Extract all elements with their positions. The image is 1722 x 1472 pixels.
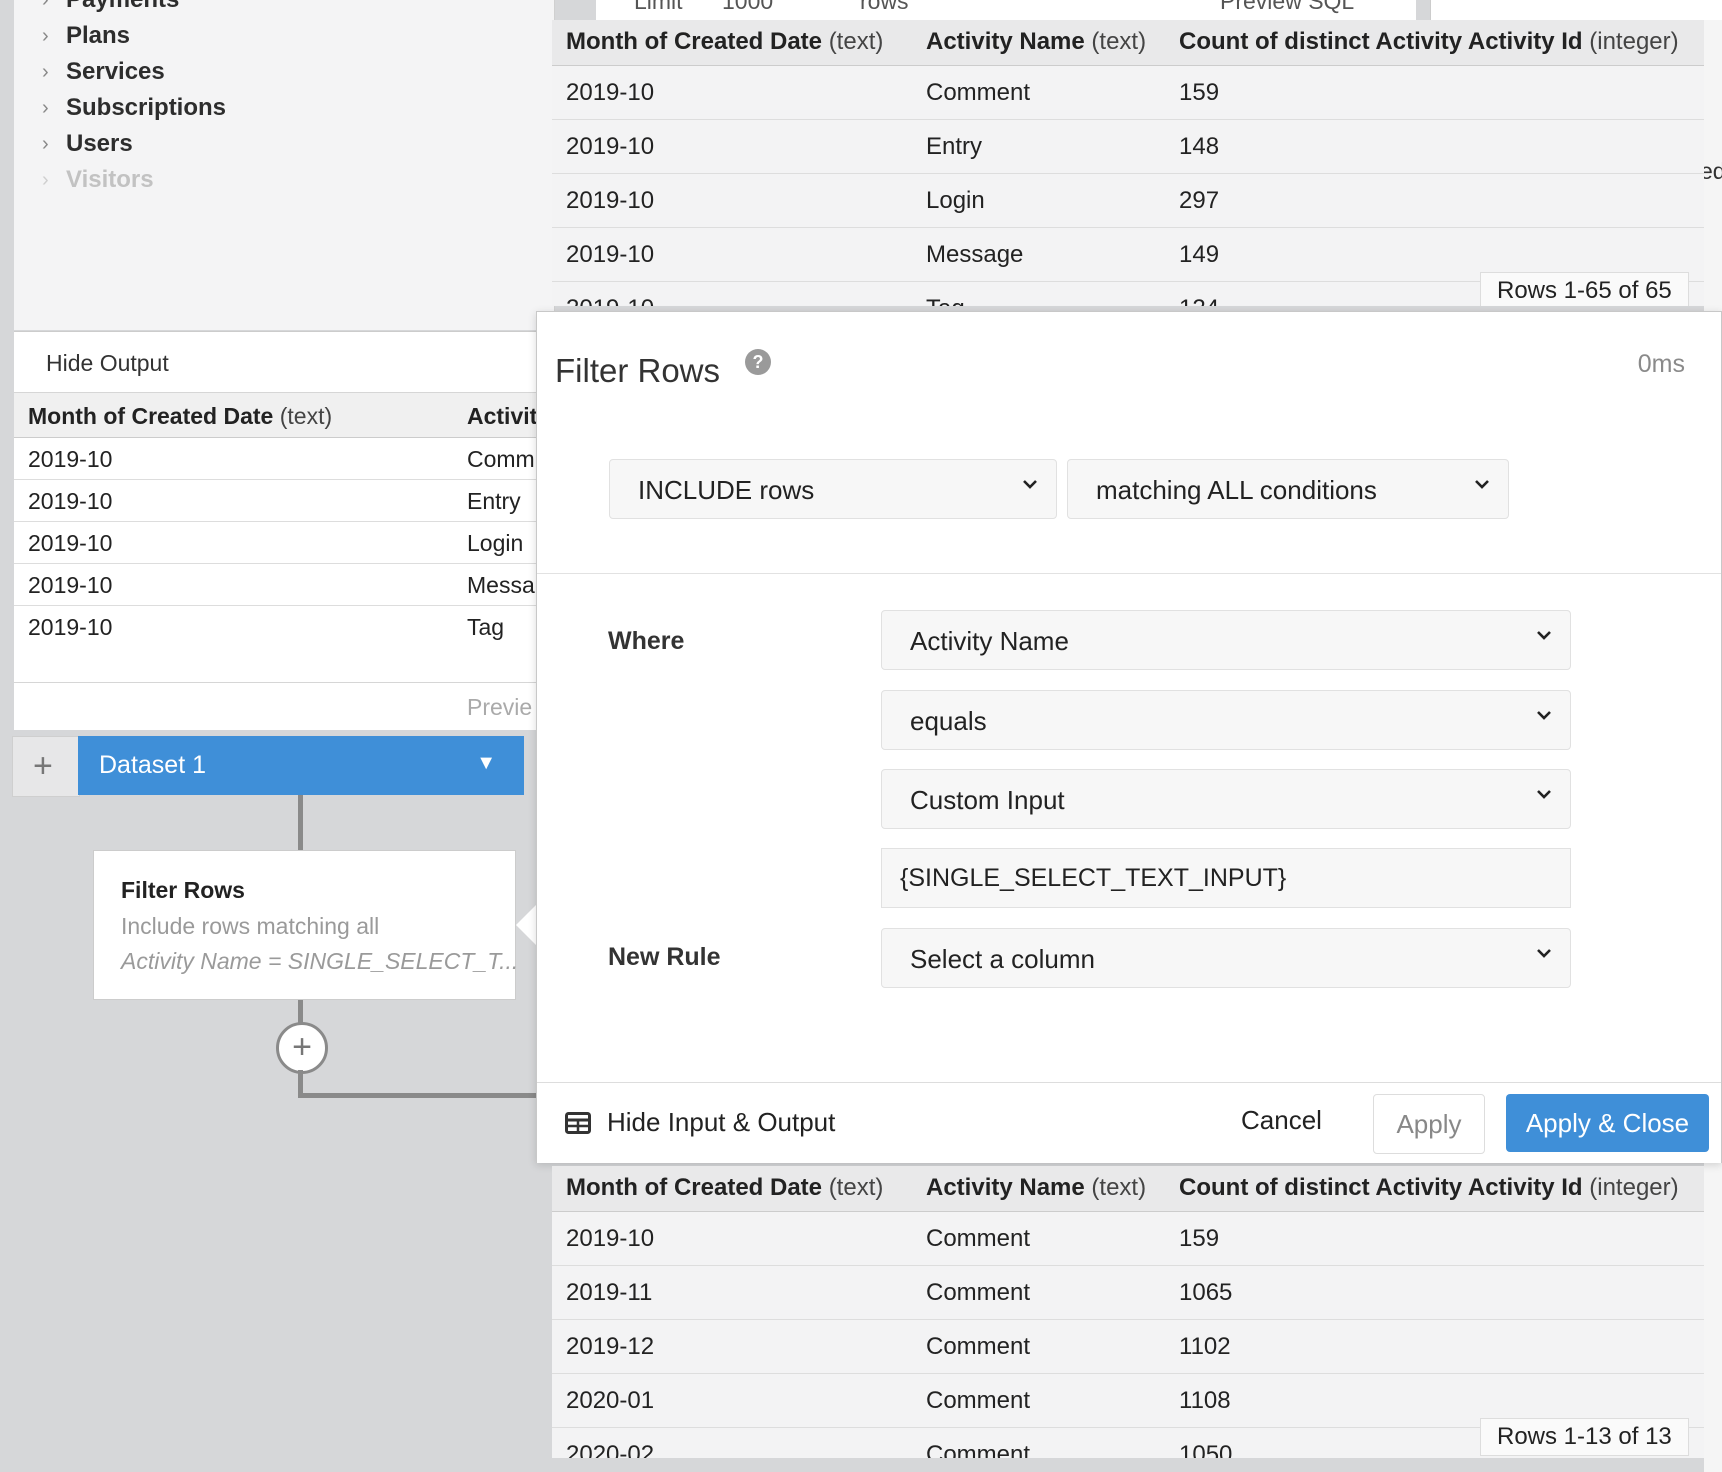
add-step-button[interactable]: + [276,1022,328,1074]
table-row: 2019-10 Login [14,522,554,564]
table-row: 2019-10 Entry 148 [552,120,1704,174]
chevron-right-icon: › [42,60,49,83]
preview-sql-button[interactable]: Preview SQL [1220,0,1354,15]
rows-count-badge: Rows 1-65 of 65 [1480,272,1689,306]
include-rows-select[interactable]: INCLUDE rows [609,459,1057,519]
hide-output-bar[interactable]: Hide Output [14,332,554,393]
apply-and-close-button[interactable]: Apply & Close [1506,1094,1709,1152]
column-header: Month of Created Date (text) [566,28,884,55]
preview-bar: Previe [14,682,554,731]
tree-item-subscriptions[interactable]: › Subscriptions [42,94,226,122]
query-settings-bar: Limit 1000 rows Preview SQL [596,0,1416,20]
table-row: 2019-10 Messa [14,564,554,606]
flow-connector [298,1093,538,1098]
table-row: 2019-10 Comment 159 [552,66,1704,120]
chevron-down-icon [1537,631,1551,640]
chevron-right-icon: › [42,132,49,155]
cancel-button[interactable]: Cancel [1227,1105,1336,1136]
chevron-down-icon [1023,480,1037,489]
where-label: Where [608,627,685,655]
chevron-right-icon: › [42,0,52,12]
add-dataset-button[interactable]: + [12,736,80,797]
filter-rows-step-card[interactable]: Filter Rows Include rows matching all Ac… [93,850,519,1000]
filter-value-input[interactable]: {SINGLE_SELECT_TEXT_INPUT} [881,848,1571,908]
filter-operator-select[interactable]: equals [881,690,1571,750]
column-header: Count of distinct Activity Activity Id (… [1179,1174,1679,1201]
column-header: Count of distinct Activity Activity Id (… [1179,28,1679,55]
tree-item-users[interactable]: › Users [42,130,133,158]
filter-column-select[interactable]: Activity Name [881,610,1571,670]
hide-input-output-button[interactable]: Hide Input & Output [565,1107,835,1138]
chevron-right-icon: › [42,168,49,191]
help-icon[interactable]: ? [745,349,771,375]
input-table-header: Month of Created Date (text) Activity Na… [552,20,1704,66]
schema-tree-panel: › Payments › Plans › Services › Subscrip… [14,0,555,330]
output-table-header: Month of Created Date (text) Activity Na… [552,1166,1704,1212]
new-rule-column-select[interactable]: Select a column [881,928,1571,988]
apply-button[interactable]: Apply [1373,1094,1485,1154]
chevron-down-icon [1475,480,1489,489]
dataset-name: Dataset 1 [99,751,207,779]
right-panel-strip [1430,0,1722,20]
table-row: 2019-11 Comment 1065 [552,1266,1704,1320]
table-row: 2019-10 Entry [14,480,554,522]
preview-button[interactable]: Previe [467,694,532,721]
tree-item-payments[interactable]: › Payments [42,0,179,14]
step-output-table: Month of Created Date (text) Activity Na… [552,1166,1704,1458]
modal-pointer [516,905,536,945]
rows-count-badge: Rows 1-13 of 13 [1480,1418,1689,1456]
filter-value-type-select[interactable]: Custom Input [881,769,1571,829]
column-header: Month of Created Date (text) [566,1174,884,1201]
left-output-preview: Hide Output Month of Created Date (text)… [14,331,554,730]
plus-circle-icon: + [292,1028,312,1066]
table-row: 2019-10 Comment 159 [552,1212,1704,1266]
chevron-right-icon: › [42,96,49,119]
table-row: 2019-10 Comm [14,438,554,480]
chevron-right-icon: › [42,24,49,47]
new-rule-label: New Rule [608,943,721,971]
tree-item-services[interactable]: › Services [42,58,165,86]
hide-output-button[interactable]: Hide Output [46,350,169,377]
chevron-down-icon [1537,790,1551,799]
left-output-header: Month of Created Date (text) Activit [14,393,554,438]
limit-value[interactable]: 1000 [722,0,773,15]
dataset-tab[interactable]: Dataset 1 ▼ [78,736,524,795]
tree-item-plans[interactable]: › Plans [42,22,130,50]
chevron-down-icon [1537,711,1551,720]
matching-conditions-select[interactable]: matching ALL conditions [1067,459,1509,519]
column-header: Activit [467,403,538,429]
step-condition: Activity Name = SINGLE_SELECT_T... [121,948,519,974]
table-icon [565,1111,591,1134]
tree-item-visitors[interactable]: › Visitors [42,166,154,194]
caret-down-icon[interactable]: ▼ [476,752,496,775]
section-divider [537,573,1721,574]
column-header: Month of Created Date (text) [28,403,333,429]
step-title: Filter Rows [121,877,245,903]
flow-connector [298,795,303,850]
table-row: 2019-10 Login 297 [552,174,1704,228]
column-header: Activity Name (text) [926,1174,1147,1201]
table-row: 2019-12 Comment 1102 [552,1320,1704,1374]
rows-label: rows [860,0,909,14]
table-row: 2019-10 Tag [28,614,505,640]
limit-label: Limit [634,0,683,14]
plus-icon: + [33,747,53,785]
filter-rows-modal: Filter Rows ? 0ms INCLUDE rows matching … [536,311,1722,1163]
step-input-table: Month of Created Date (text) Activity Na… [552,20,1704,306]
modal-title: Filter Rows [555,352,721,389]
chevron-down-icon [1537,949,1551,958]
timing-label: 0ms [1637,350,1685,378]
step-description: Include rows matching all [121,913,380,939]
modal-footer: Hide Input & Output Cancel Apply Apply &… [537,1082,1721,1163]
column-header: Activity Name (text) [926,28,1147,55]
